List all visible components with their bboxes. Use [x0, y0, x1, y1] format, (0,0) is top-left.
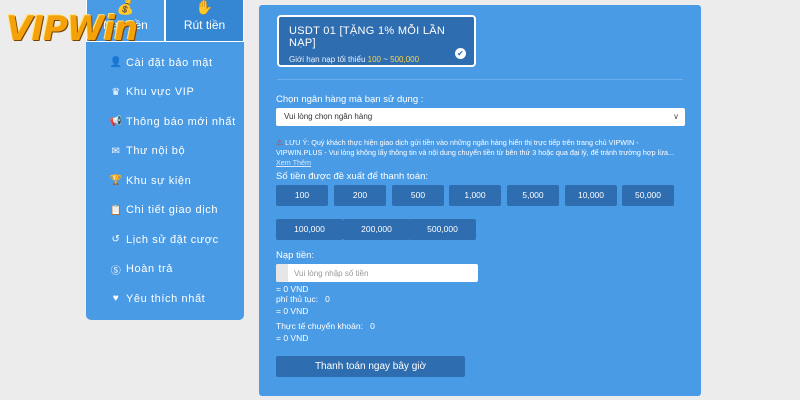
bank-label: Chọn ngân hàng mà bạn sử dụng :	[276, 94, 424, 105]
see-more-link[interactable]: Xem Thêm	[276, 158, 311, 167]
actual-transfer-converted: = 0 VND	[276, 333, 309, 343]
bank-select[interactable]: Vui lòng chọn ngân hàng ∨	[276, 108, 685, 126]
deposit-notice: ⚠ LƯU Ý: Quý khách thực hiện giao dịch g…	[276, 138, 688, 158]
sidebar-item-news[interactable]: 📢 Thông báo mới nhất	[86, 107, 244, 137]
deposit-label: Nạp tiền:	[276, 250, 315, 261]
promo-limit: Giới hạn nạp tối thiểu 100 ~ 500,000	[289, 55, 464, 64]
sidebar-item-rebate[interactable]: Ⓢ Hoàn trả	[86, 255, 244, 285]
amount-option[interactable]: 500	[392, 185, 444, 206]
tab-withdraw[interactable]: ✋ Rút tiền	[165, 0, 244, 42]
fee-converted: = 0 VND	[276, 306, 309, 316]
sidebar-item-label: Chi tiết giao dịch	[126, 204, 219, 217]
history-icon: ↺	[111, 234, 121, 246]
check-circle-icon: ✔	[455, 48, 466, 59]
notice-line-1: LƯU Ý: Quý khách thực hiện giao dịch gửi…	[285, 138, 639, 147]
tab-label: Rút tiền	[183, 18, 226, 32]
sidebar-item-label: Yêu thích nhất	[126, 292, 206, 305]
sidebar-item-label: Khu vực VIP	[126, 86, 195, 99]
hand-coin-icon: ✋	[195, 0, 214, 15]
fee-row: phí thủ tục: 0	[276, 294, 330, 304]
sidebar-item-transactions[interactable]: 📋 Chi tiết giao dịch	[86, 196, 244, 226]
sidebar-item-label: Cài đặt bảo mật	[126, 56, 213, 69]
megaphone-icon: 📢	[109, 116, 123, 128]
promo-limit-sep: ~	[383, 55, 388, 64]
amount-option[interactable]: 50,000	[622, 185, 674, 206]
dollar-circle-icon: Ⓢ	[110, 265, 122, 277]
deposit-panel: USDT 01 [TẶNG 1% MỖI LẦN NẠP] Giới hạn n…	[259, 5, 701, 396]
user-lock-icon: 👤	[109, 57, 123, 69]
heart-icon: ♥	[112, 293, 120, 305]
sidebar-item-favorites[interactable]: ♥ Yêu thích nhất	[86, 284, 244, 314]
input-prefix	[276, 264, 288, 282]
promo-card-usdt[interactable]: USDT 01 [TẶNG 1% MỖI LẦN NẠP] Giới hạn n…	[277, 15, 476, 67]
sidebar-item-label: Lịch sử đặt cược	[126, 233, 219, 246]
warning-icon: ⚠	[276, 138, 284, 147]
sidebar-item-inbox[interactable]: ✉ Thư nội bộ	[86, 137, 244, 167]
sidebar-menu: 👤 Cài đặt bảo mật ♛ Khu vực VIP 📢 Thông …	[86, 42, 244, 314]
sidebar-item-label: Thông báo mới nhất	[126, 115, 236, 128]
promo-title: USDT 01 [TẶNG 1% MỖI LẦN NẠP]	[289, 25, 446, 49]
amount-option[interactable]: 1,000	[449, 185, 501, 206]
amount-option[interactable]: 10,000	[565, 185, 617, 206]
deposit-converted: = 0 VND	[276, 284, 309, 294]
sidebar-item-events[interactable]: 🏆 Khu sự kiện	[86, 166, 244, 196]
amount-option[interactable]: 100,000	[276, 219, 343, 240]
deposit-input-wrap	[276, 264, 478, 282]
deposit-amount-input[interactable]	[288, 264, 478, 282]
promo-limit-max: 500,000	[390, 55, 420, 64]
notice-line-2: VIPWIN.PLUS - Vui lòng không lấy thông t…	[276, 148, 674, 157]
chevron-down-icon: ∨	[673, 112, 679, 121]
pay-now-button[interactable]: Thanh toán ngay bây giờ	[276, 356, 465, 377]
sidebar-item-security[interactable]: 👤 Cài đặt bảo mật	[86, 48, 244, 78]
brand-logo[interactable]: VIPWin	[6, 8, 138, 50]
amount-option[interactable]: 200,000	[343, 219, 410, 240]
fee-value: 0	[325, 294, 330, 304]
actual-transfer-value: 0	[370, 321, 375, 331]
suggested-amount-label: Số tiền được đề xuất để thanh toán:	[276, 171, 429, 182]
envelope-icon: ✉	[111, 145, 121, 157]
crown-icon: ♛	[111, 86, 121, 98]
amount-option[interactable]: 100	[276, 185, 328, 206]
clipboard-icon: 📋	[109, 204, 123, 216]
trophy-icon: 🏆	[109, 175, 123, 187]
sidebar-item-label: Khu sự kiện	[126, 174, 192, 187]
divider	[277, 79, 683, 80]
amount-option[interactable]: 500,000	[409, 219, 476, 240]
logo-text: VIPWin	[6, 9, 138, 49]
amount-option[interactable]: 5,000	[507, 185, 559, 206]
promo-limit-min: 100	[367, 55, 381, 64]
sidebar-item-label: Hoàn trả	[126, 263, 173, 276]
sidebar-item-label: Thư nội bộ	[126, 145, 186, 158]
sidebar-item-vip[interactable]: ♛ Khu vực VIP	[86, 78, 244, 108]
fee-label: phí thủ tục:	[276, 294, 319, 304]
amount-option[interactable]: 200	[334, 185, 386, 206]
bank-select-value: Vui lòng chọn ngân hàng	[284, 112, 373, 121]
actual-transfer-label: Thực tế chuyển khoản:	[276, 321, 363, 331]
actual-transfer-row: Thực tế chuyển khoản: 0	[276, 321, 375, 331]
promo-limit-prefix: Giới hạn nạp tối thiểu	[289, 55, 366, 64]
sidebar-item-bet-history[interactable]: ↺ Lịch sử đặt cược	[86, 225, 244, 255]
